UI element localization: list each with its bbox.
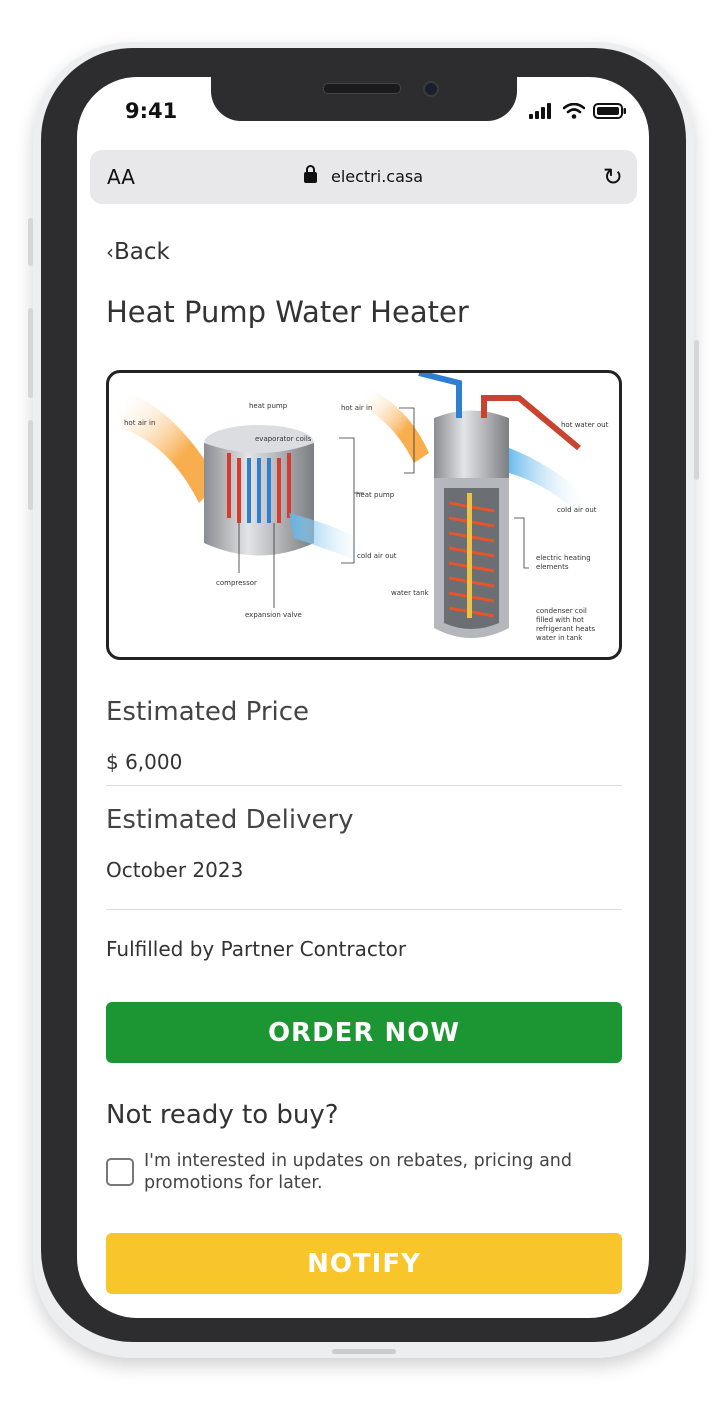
divider xyxy=(106,909,622,910)
hot-air-flow-right xyxy=(364,388,429,463)
diagram-label-electric-heating: electric heating elements xyxy=(536,554,591,571)
product-diagram: hot air in heat pump evaporator coils co… xyxy=(106,370,622,660)
not-ready-heading: Not ready to buy? xyxy=(106,1100,339,1130)
wifi-icon xyxy=(563,103,585,119)
cold-air-flow-right xyxy=(509,448,589,513)
page-title: Heat Pump Water Heater xyxy=(106,295,469,329)
diagram-label-hot-air-in-right: hot air in xyxy=(341,404,372,412)
diagram-label-condenser-coil: condenser coil filled with hot refrigerant… xyxy=(536,607,595,642)
price-label: Estimated Price xyxy=(106,697,310,727)
chevron-left-icon: ‹ xyxy=(106,240,114,264)
price-value: $ 6,000 xyxy=(106,750,183,774)
power-button xyxy=(694,340,699,480)
back-link[interactable]: ‹Back xyxy=(106,239,170,265)
address-bar[interactable]: AA electri.casa ↻ xyxy=(90,150,637,204)
status-icons xyxy=(529,101,627,121)
url-text: electri.casa xyxy=(330,167,424,186)
lock-icon xyxy=(303,165,317,183)
cellular-signal-icon xyxy=(529,103,551,119)
tank-top-unit xyxy=(434,410,509,478)
order-now-button[interactable]: ORDER NOW xyxy=(106,1002,622,1063)
diagram-label-cold-air-out-right: cold air out xyxy=(557,506,597,514)
updates-checkbox[interactable] xyxy=(106,1158,134,1186)
front-camera xyxy=(423,81,439,97)
diagram-label-compressor: compressor xyxy=(216,579,257,587)
delivery-value: October 2023 xyxy=(106,858,244,882)
delivery-label: Estimated Delivery xyxy=(106,805,354,835)
diagram-label-water-tank: water tank xyxy=(391,589,430,597)
volume-down-button xyxy=(28,420,33,510)
notch xyxy=(211,77,517,121)
battery-icon xyxy=(593,103,626,119)
screen: 9:41 AA electri.casa ↻ ‹Back Heat Pump W… xyxy=(77,77,649,1318)
updates-checkbox-label[interactable]: I'm interested in updates on rebates, pr… xyxy=(144,1150,604,1194)
diagram-label-heat-pump-mid: heat pump xyxy=(356,491,395,499)
url-display[interactable]: electri.casa xyxy=(90,165,637,186)
diagram-label-hot-air-in-left: hot air in xyxy=(124,419,155,427)
volume-up-button xyxy=(28,308,33,398)
bottom-bezel-mark xyxy=(332,1349,396,1354)
divider xyxy=(106,785,622,786)
mute-switch xyxy=(28,218,33,266)
diagram-label-hot-water-out: hot water out xyxy=(561,421,609,429)
status-time: 9:41 xyxy=(125,99,178,123)
back-label: Back xyxy=(114,239,170,265)
diagram-label-expansion-valve: expansion valve xyxy=(245,611,302,619)
heat-pump-diagram-illustration: hot air in heat pump evaporator coils co… xyxy=(119,373,609,642)
diagram-label-cold-air-out-left: cold air out xyxy=(357,552,397,560)
diagram-label-heat-pump-top: heat pump xyxy=(249,402,288,410)
reload-icon[interactable]: ↻ xyxy=(603,163,623,191)
diagram-label-evaporator-coils: evaporator coils xyxy=(255,435,312,443)
notify-button[interactable]: NOTIFY xyxy=(106,1233,622,1294)
fulfilled-by-text: Fulfilled by Partner Contractor xyxy=(106,937,407,961)
speaker xyxy=(323,83,401,94)
